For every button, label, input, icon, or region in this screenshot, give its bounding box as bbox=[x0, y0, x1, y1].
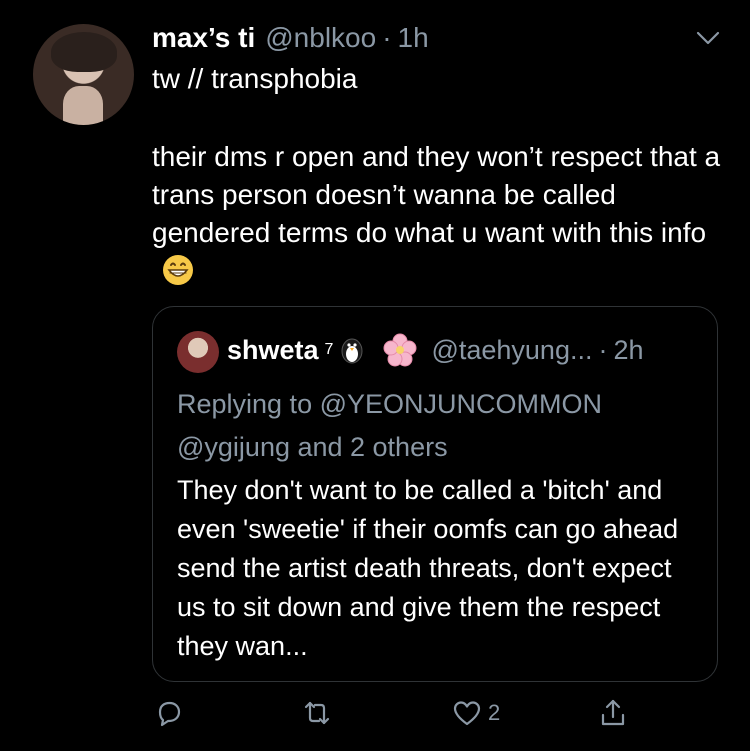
retweet-icon bbox=[304, 701, 330, 725]
share-icon bbox=[601, 699, 625, 726]
quoted-name-suffix: 7 bbox=[324, 341, 334, 358]
replying-to[interactable]: Replying to @YEONJUNCOMMON @ygijung and … bbox=[177, 383, 697, 469]
separator-dot: · bbox=[382, 22, 392, 53]
avatar[interactable] bbox=[33, 24, 134, 125]
quoted-avatar[interactable] bbox=[177, 331, 219, 373]
reply-button[interactable] bbox=[154, 698, 184, 728]
chevron-down-icon[interactable] bbox=[694, 28, 722, 48]
like-button[interactable]: 2 bbox=[452, 698, 500, 728]
quoted-user-handle[interactable]: @taehyung... bbox=[431, 335, 592, 366]
like-count: 2 bbox=[488, 700, 501, 725]
tweet-text: their dms r open and they won’t respect … bbox=[152, 138, 732, 290]
cherry-blossom-emoji-icon bbox=[383, 333, 417, 367]
quoted-tweet-text: They don't want to be called a 'bitch' a… bbox=[177, 475, 679, 661]
content-warning: tw // transphobia bbox=[152, 63, 358, 94]
timestamp[interactable]: 1h bbox=[398, 22, 429, 54]
grinning-face-emoji-icon bbox=[163, 255, 193, 285]
quoted-timestamp[interactable]: 2h bbox=[613, 335, 643, 366]
reply-icon bbox=[158, 701, 181, 727]
tweet-actions: 2 bbox=[0, 698, 750, 738]
heart-icon bbox=[453, 701, 481, 726]
retweet-button[interactable] bbox=[302, 698, 332, 728]
quoted-header: shweta 7 @taehyung... · 2h bbox=[227, 333, 644, 367]
display-name[interactable]: max’s ti bbox=[152, 22, 255, 54]
quoted-separator-dot: · bbox=[598, 334, 608, 365]
quoted-display-name[interactable]: shweta bbox=[227, 335, 319, 366]
quoted-tweet[interactable]: shweta 7 @taehyung... · 2h Replying to @… bbox=[152, 306, 718, 682]
tweet-text-content: their dms r open and they won’t respect … bbox=[152, 141, 721, 248]
share-button[interactable] bbox=[598, 698, 628, 728]
penguin-emoji-icon bbox=[341, 338, 363, 364]
user-handle[interactable]: @nblkoo bbox=[265, 22, 376, 54]
tweet-header: max’s ti @nblkoo · 1h bbox=[152, 22, 429, 54]
